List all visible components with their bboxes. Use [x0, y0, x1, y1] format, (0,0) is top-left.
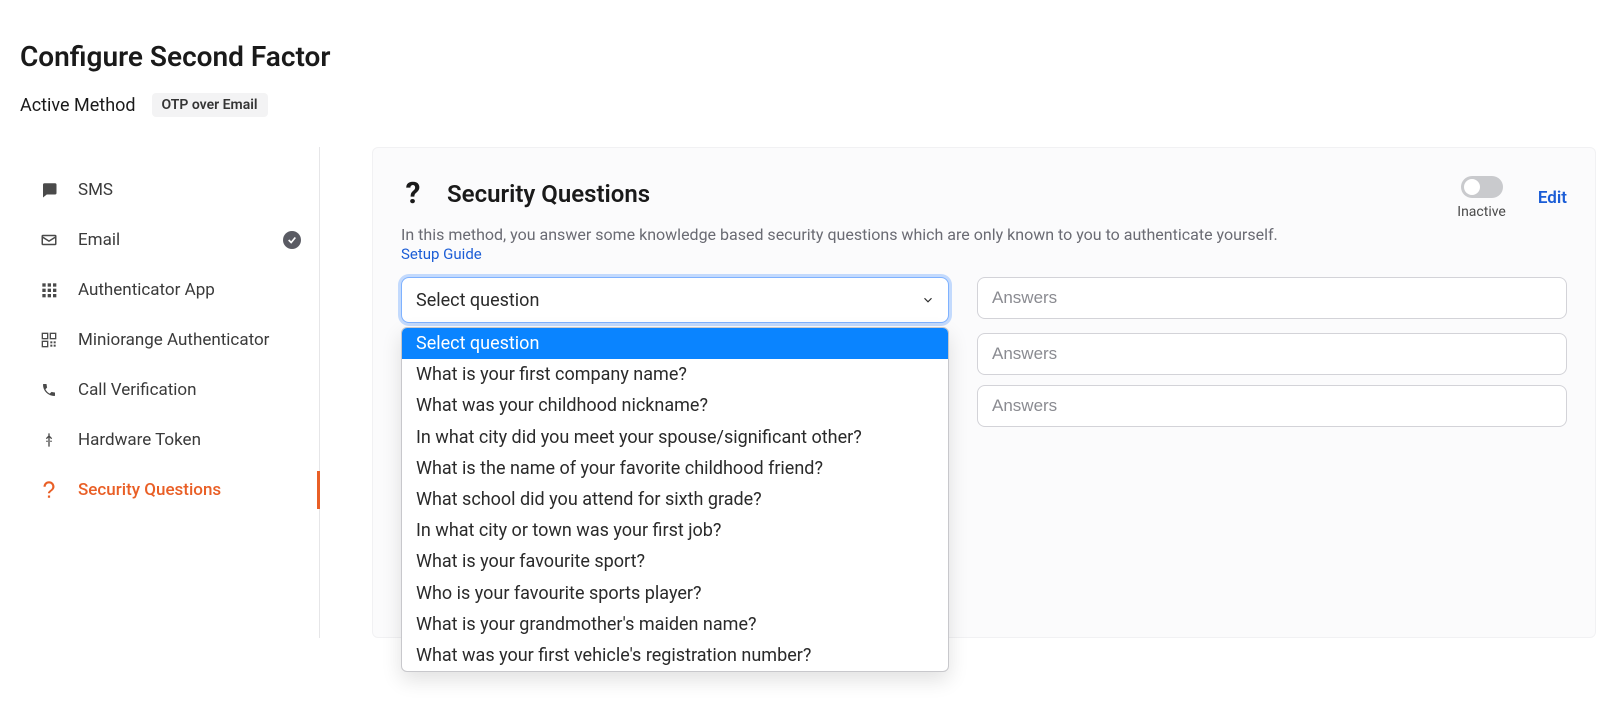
dropdown-option[interactable]: What is your grandmother's maiden name?: [402, 609, 948, 640]
sidebar-item-label: Authenticator App: [78, 280, 215, 300]
sidebar-item-label: SMS: [78, 180, 113, 200]
sidebar-item-label: Miniorange Authenticator: [78, 330, 269, 350]
dropdown-option[interactable]: Select question: [402, 328, 948, 359]
dropdown-option[interactable]: In what city did you meet your spouse/si…: [402, 422, 948, 453]
sidebar: SMS Email Authenticator App: [20, 147, 320, 638]
dropdown-option[interactable]: Who is your favourite sports player?: [402, 578, 948, 609]
active-method-row: Active Method OTP over Email: [20, 93, 1596, 147]
dropdown-option[interactable]: What was your first vehicle's registrati…: [402, 640, 948, 671]
panel-description: In this method, you answer some knowledg…: [401, 225, 1278, 244]
sms-icon: [38, 179, 60, 201]
question-dropdown: Select question What is your first compa…: [401, 327, 949, 672]
sidebar-item-security-questions[interactable]: Security Questions: [20, 465, 319, 515]
sidebar-item-authenticator-app[interactable]: Authenticator App: [20, 265, 319, 315]
usb-icon: [38, 429, 60, 451]
dropdown-option[interactable]: In what city or town was your first job?: [402, 515, 948, 546]
dropdown-option[interactable]: What school did you attend for sixth gra…: [402, 484, 948, 515]
question-icon: [38, 479, 60, 501]
sidebar-item-email[interactable]: Email: [20, 215, 319, 265]
active-method-badge: OTP over Email: [152, 93, 268, 117]
question-select-value: Select question: [416, 290, 539, 311]
sidebar-item-miniorange-authenticator[interactable]: Miniorange Authenticator: [20, 315, 319, 365]
security-questions-panel: ? Security Questions In this method, you…: [372, 147, 1596, 638]
content: ? Security Questions In this method, you…: [320, 147, 1596, 638]
dropdown-option[interactable]: What is your first company name?: [402, 359, 948, 390]
check-icon: [283, 231, 301, 249]
answer-input-3[interactable]: [977, 385, 1567, 427]
sidebar-item-label: Hardware Token: [78, 430, 201, 450]
setup-guide-link[interactable]: Setup Guide: [401, 245, 482, 263]
question-select-1[interactable]: Select question: [401, 277, 949, 323]
sidebar-item-hardware-token[interactable]: Hardware Token: [20, 415, 319, 465]
dropdown-option[interactable]: What is your favourite sport?: [402, 546, 948, 577]
grid-icon: [38, 279, 60, 301]
panel-title: Security Questions: [447, 180, 650, 208]
status-toggle[interactable]: [1461, 176, 1503, 198]
page-title: Configure Second Factor: [20, 0, 1596, 93]
answer-input-2[interactable]: [977, 333, 1567, 375]
sidebar-item-sms[interactable]: SMS: [20, 165, 319, 215]
question-icon: ?: [401, 176, 425, 211]
answer-input-1[interactable]: [977, 277, 1567, 319]
status-toggle-label: Inactive: [1457, 204, 1506, 220]
qr-icon: [38, 329, 60, 351]
edit-link[interactable]: Edit: [1538, 188, 1567, 208]
phone-icon: [38, 379, 60, 401]
sidebar-item-label: Security Questions: [78, 480, 221, 500]
sidebar-item-label: Email: [78, 230, 120, 250]
active-method-label: Active Method: [20, 95, 136, 116]
dropdown-option[interactable]: What is the name of your favorite childh…: [402, 453, 948, 484]
sidebar-item-label: Call Verification: [78, 380, 197, 400]
sidebar-item-call-verification[interactable]: Call Verification: [20, 365, 319, 415]
dropdown-option[interactable]: What was your childhood nickname?: [402, 390, 948, 421]
email-icon: [38, 229, 60, 251]
